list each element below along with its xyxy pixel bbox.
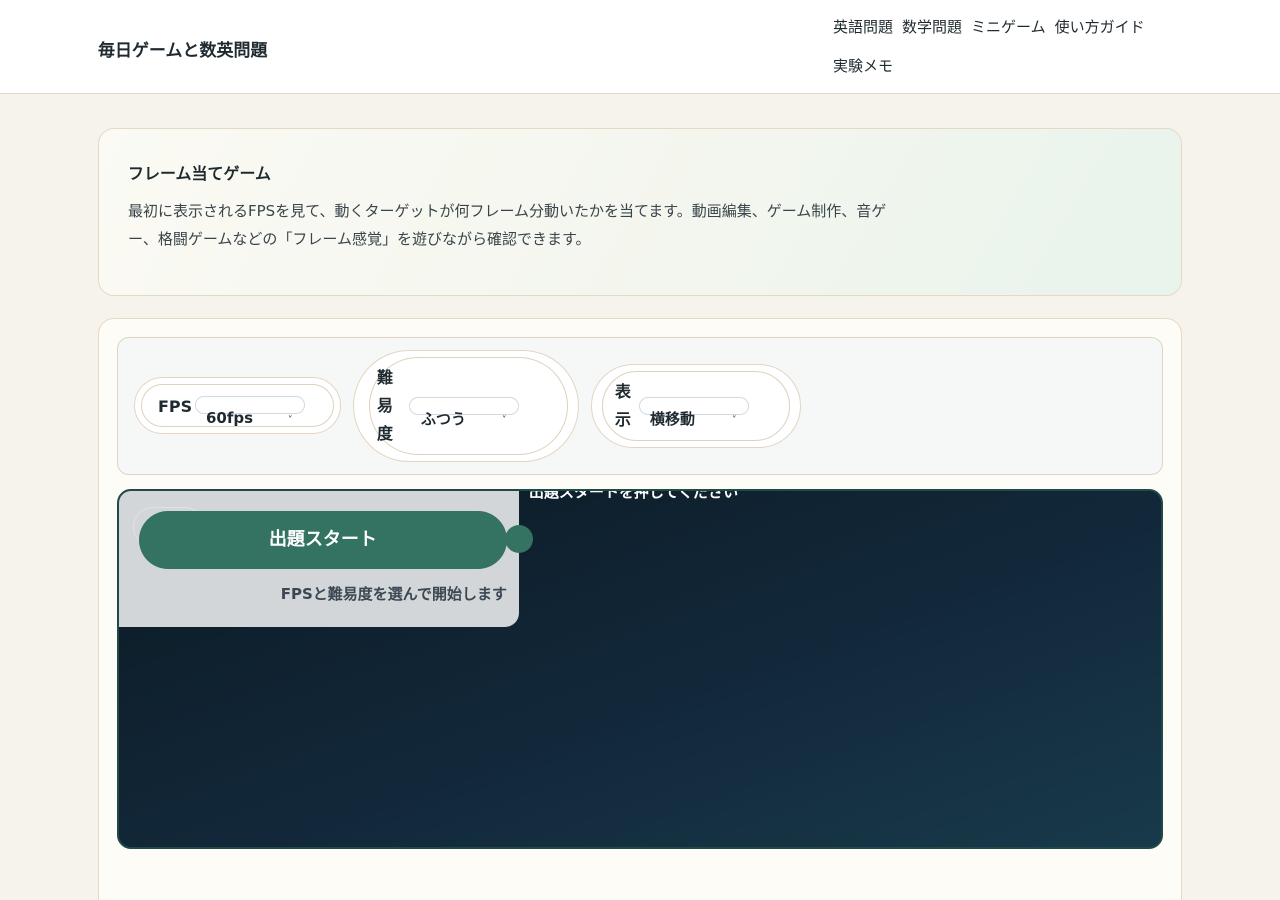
difficulty-label: 難 易 度 <box>377 364 395 448</box>
nav-link-guide[interactable]: 使い方ガイド <box>1055 16 1145 38</box>
start-button[interactable]: 出題スタート <box>139 511 507 569</box>
fps-chevron-down-icon: ˬ <box>288 408 293 418</box>
display-select-value: 横移動 <box>650 410 696 428</box>
difficulty-select-value: ふつう <box>421 410 467 428</box>
difficulty-chevron-down-icon: ˬ <box>502 408 507 418</box>
site-title[interactable]: 毎日ゲームと数英問題 <box>98 36 268 61</box>
display-label-char: 表 <box>615 382 632 401</box>
fps-select-value: 60fps <box>206 409 254 427</box>
game-hint-text: 出題スタートを押してください <box>529 489 739 501</box>
main-nav: 英語問題 数学問題 ミニゲーム 使い方ガイド実験メモ <box>833 16 1173 94</box>
fps-label: FPS <box>158 397 193 416</box>
game-title: フレーム当てゲーム <box>128 164 272 183</box>
start-button-knob <box>505 525 533 553</box>
nav-link-minigame[interactable]: ミニゲーム <box>971 16 1046 38</box>
site-header: 毎日ゲームと数英問題 英語問題 数学問題 ミニゲーム 使い方ガイド実験メモ <box>0 0 1280 94</box>
difficulty-label-char: 難 <box>377 368 394 387</box>
game-description: 最初に表示されるFPSを見て、動くターゲットが何フレーム分動いたかを当てます。動… <box>128 202 887 248</box>
difficulty-label-char: 度 <box>377 424 394 443</box>
nav-link-english[interactable]: 英語問題 <box>833 16 893 38</box>
display-label-char: 示 <box>615 410 632 429</box>
start-overlay: 出題スタート FPSと難易度を選んで開始します <box>119 491 533 627</box>
intro-card: フレーム当てゲーム 最初に表示されるFPSを見て、動くターゲットが何フレーム分動… <box>98 128 1182 296</box>
display-chevron-down-icon: ˬ <box>732 408 737 418</box>
game-canvas[interactable]: 出題スタートを押してください 出題スタート FPSと難易度を選んで開始します <box>117 489 1163 849</box>
start-subtext: FPSと難易度を選んで開始します <box>280 585 507 603</box>
difficulty-label-char: 易 <box>377 396 394 415</box>
nav-link-math[interactable]: 数学問題 <box>902 16 962 38</box>
nav-link-memo[interactable]: 実験メモ <box>833 55 893 77</box>
display-label: 表 示 <box>615 378 633 434</box>
